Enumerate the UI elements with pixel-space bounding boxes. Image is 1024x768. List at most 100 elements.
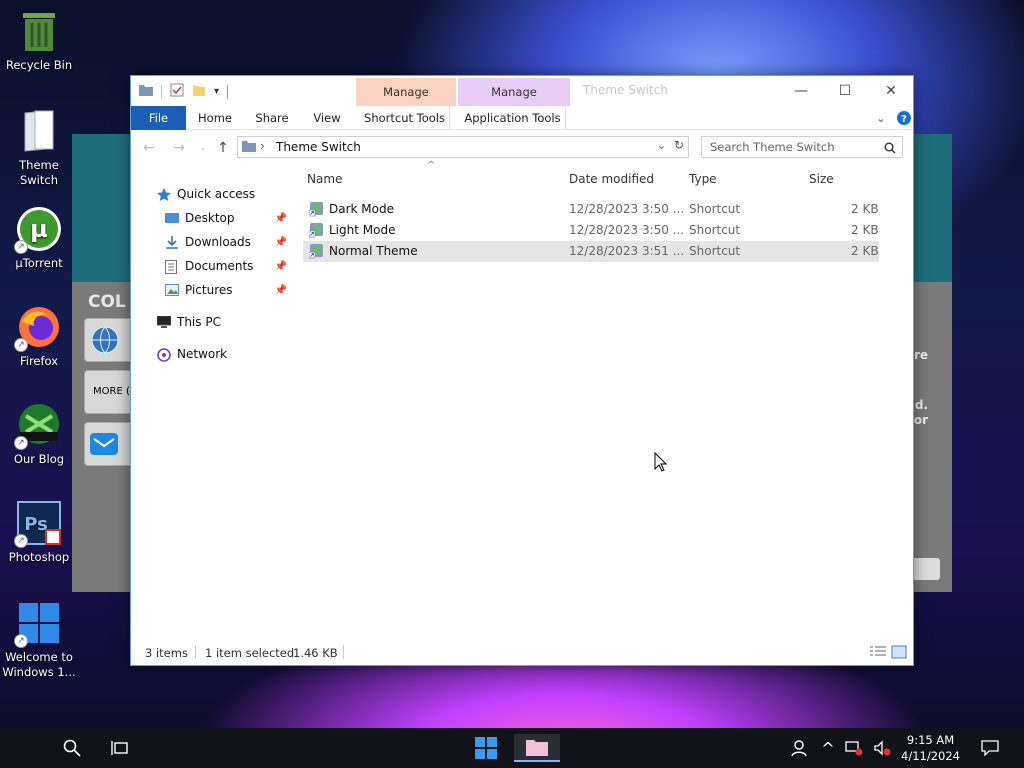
address-dropdown-chevron-icon[interactable]: ⌄ (657, 139, 666, 152)
nav-downloads[interactable]: Downloads 📌 (131, 230, 291, 254)
up-button[interactable]: ↑ (213, 139, 233, 157)
nav-desktop[interactable]: Desktop 📌 (131, 206, 291, 230)
nav-label: Downloads (185, 235, 251, 249)
pin-icon[interactable]: 📌 (275, 237, 287, 248)
desktop-icon-label: Welcome to Windows 1... (2, 650, 76, 679)
notification-icon[interactable] (972, 734, 1008, 762)
nav-network[interactable]: Network (131, 342, 291, 366)
refresh-icon[interactable]: ↻ (674, 138, 684, 152)
desktop-icon-our-blog[interactable]: ↗ Our Blog (2, 402, 76, 467)
file-explorer-window: ▾ Manage Manage Theme Switch — ☐ ✕ File … (130, 75, 914, 666)
nav-label: Desktop (185, 211, 235, 225)
tab-file[interactable]: File (131, 106, 186, 130)
nav-label: Pictures (185, 283, 233, 297)
nav-documents[interactable]: Documents 📌 (131, 254, 291, 278)
file-size: 2 KB (851, 202, 879, 216)
shortcut-arrow-icon: ↗ (14, 534, 28, 548)
desktop-icon-photoshop[interactable]: Ps ↗ Photoshop (2, 500, 76, 565)
file-list: ^ Name Date modified Type Size Dark Mode… (303, 160, 913, 641)
photoshop-icon: Ps ↗ (14, 500, 62, 548)
desktop-icon-welcome-windows[interactable]: ↗ Welcome to Windows 1... (2, 600, 76, 680)
forward-button[interactable]: → (169, 139, 189, 157)
file-date: 12/28/2023 3:51 ... (569, 244, 685, 258)
nav-label: Documents (185, 259, 254, 273)
customize-qat-icon[interactable]: ▾ (214, 86, 219, 97)
search-icon[interactable] (54, 734, 90, 762)
file-name: Light Mode (329, 223, 396, 237)
status-bar: 3 items 1 item selected 1.46 KB (131, 641, 913, 665)
pin-icon[interactable]: 📌 (275, 261, 287, 272)
column-header-size[interactable]: Size (809, 172, 834, 186)
desktop-icon-recycle-bin[interactable]: Recycle Bin (2, 8, 76, 73)
desktop-icon-theme-switch[interactable]: Theme Switch (2, 108, 76, 188)
pin-icon[interactable]: 📌 (275, 213, 287, 224)
nav-label: Quick access (177, 187, 256, 201)
properties-icon[interactable] (170, 83, 184, 100)
file-size: 2 KB (851, 244, 879, 258)
taskbar: ^ 9:15 AM 4/11/2024 (0, 728, 1024, 768)
help-icon[interactable]: ? (895, 106, 913, 130)
tab-shortcut-tools[interactable]: Shortcut Tools (360, 106, 450, 130)
column-header-name[interactable]: Name (307, 172, 342, 186)
toolbar-divider (161, 84, 162, 99)
mouse-cursor-icon (654, 451, 668, 472)
new-folder-icon[interactable] (192, 83, 206, 100)
window-title: Theme Switch (583, 83, 668, 97)
file-row-light-mode[interactable]: Light Mode 12/28/2023 3:50 ... Shortcut … (303, 220, 879, 241)
close-button[interactable]: ✕ (871, 80, 911, 102)
file-type: Shortcut (689, 202, 741, 216)
status-selected: 1 item selected (205, 646, 295, 660)
ribbon-tabs: File Home Share View Shortcut Tools Appl… (131, 106, 913, 130)
file-type: Shortcut (689, 223, 741, 237)
shortcut-arrow-icon: ↗ (14, 338, 28, 352)
start-button[interactable] (468, 734, 504, 762)
details-view-icon[interactable] (869, 645, 887, 662)
maximize-button[interactable]: ☐ (825, 80, 865, 102)
system-clock[interactable]: 9:15 AM 4/11/2024 (901, 732, 960, 764)
nav-this-pc[interactable]: This PC (131, 310, 291, 334)
expand-ribbon-chevron-icon[interactable]: ⌄ (871, 106, 891, 130)
show-hidden-icons-chevron-icon[interactable]: ^ (818, 734, 838, 762)
status-divider (343, 645, 344, 659)
nav-pictures[interactable]: Pictures 📌 (131, 278, 291, 302)
recent-locations-chevron-icon[interactable]: ⌄ (193, 139, 213, 157)
file-row-dark-mode[interactable]: Dark Mode 12/28/2023 3:50 ... Shortcut 2… (303, 199, 879, 220)
search-input[interactable]: Search Theme Switch (701, 136, 903, 158)
tab-view[interactable]: View (307, 106, 347, 130)
file-row-normal-theme[interactable]: Normal Theme 12/28/2023 3:51 ... Shortcu… (303, 241, 879, 262)
task-view-icon[interactable] (102, 734, 138, 762)
desktop-icon-label: Photoshop (8, 550, 70, 564)
address-bar[interactable]: › Theme Switch ⌄ ↻ (237, 136, 689, 158)
tab-home[interactable]: Home (193, 106, 237, 130)
file-name: Normal Theme (329, 244, 418, 258)
context-group-manage-application: Manage (458, 78, 570, 106)
folder-icon (242, 140, 256, 155)
desktop-icon-utorrent[interactable]: µ ↗ µTorrent (2, 206, 76, 271)
search-icon (884, 140, 896, 160)
document-icon (165, 259, 179, 274)
pin-icon[interactable]: 📌 (275, 285, 287, 296)
tab-share[interactable]: Share (249, 106, 295, 130)
clock-time: 9:15 AM (906, 733, 955, 747)
column-header-type[interactable]: Type (689, 172, 717, 186)
folder-icon[interactable] (139, 84, 153, 99)
file-date: 12/28/2023 3:50 ... (569, 202, 685, 216)
minimize-button[interactable]: — (781, 80, 821, 102)
desktop-icon-label: Firefox (19, 354, 59, 368)
file-explorer-taskbar-button[interactable] (514, 734, 560, 762)
volume-muted-icon[interactable] (870, 734, 894, 762)
people-icon[interactable] (782, 734, 818, 762)
large-icons-view-icon[interactable] (891, 645, 907, 662)
breadcrumb-current[interactable]: Theme Switch (276, 140, 361, 154)
desktop-icon-firefox[interactable]: ↗ Firefox (2, 304, 76, 369)
nav-quick-access[interactable]: Quick access (131, 182, 291, 206)
back-button[interactable]: ← (139, 139, 159, 157)
tab-application-tools[interactable]: Application Tools (460, 106, 566, 130)
nav-label: Network (177, 347, 228, 361)
column-header-date-modified[interactable]: Date modified (569, 172, 654, 186)
shortcut-arrow-icon: ↗ (14, 634, 28, 648)
windows-logo-icon: ↗ (14, 600, 62, 648)
network-status-icon[interactable] (842, 734, 866, 762)
shortcut-arrow-icon: ↗ (14, 436, 28, 450)
clock-date: 4/11/2024 (901, 749, 960, 763)
